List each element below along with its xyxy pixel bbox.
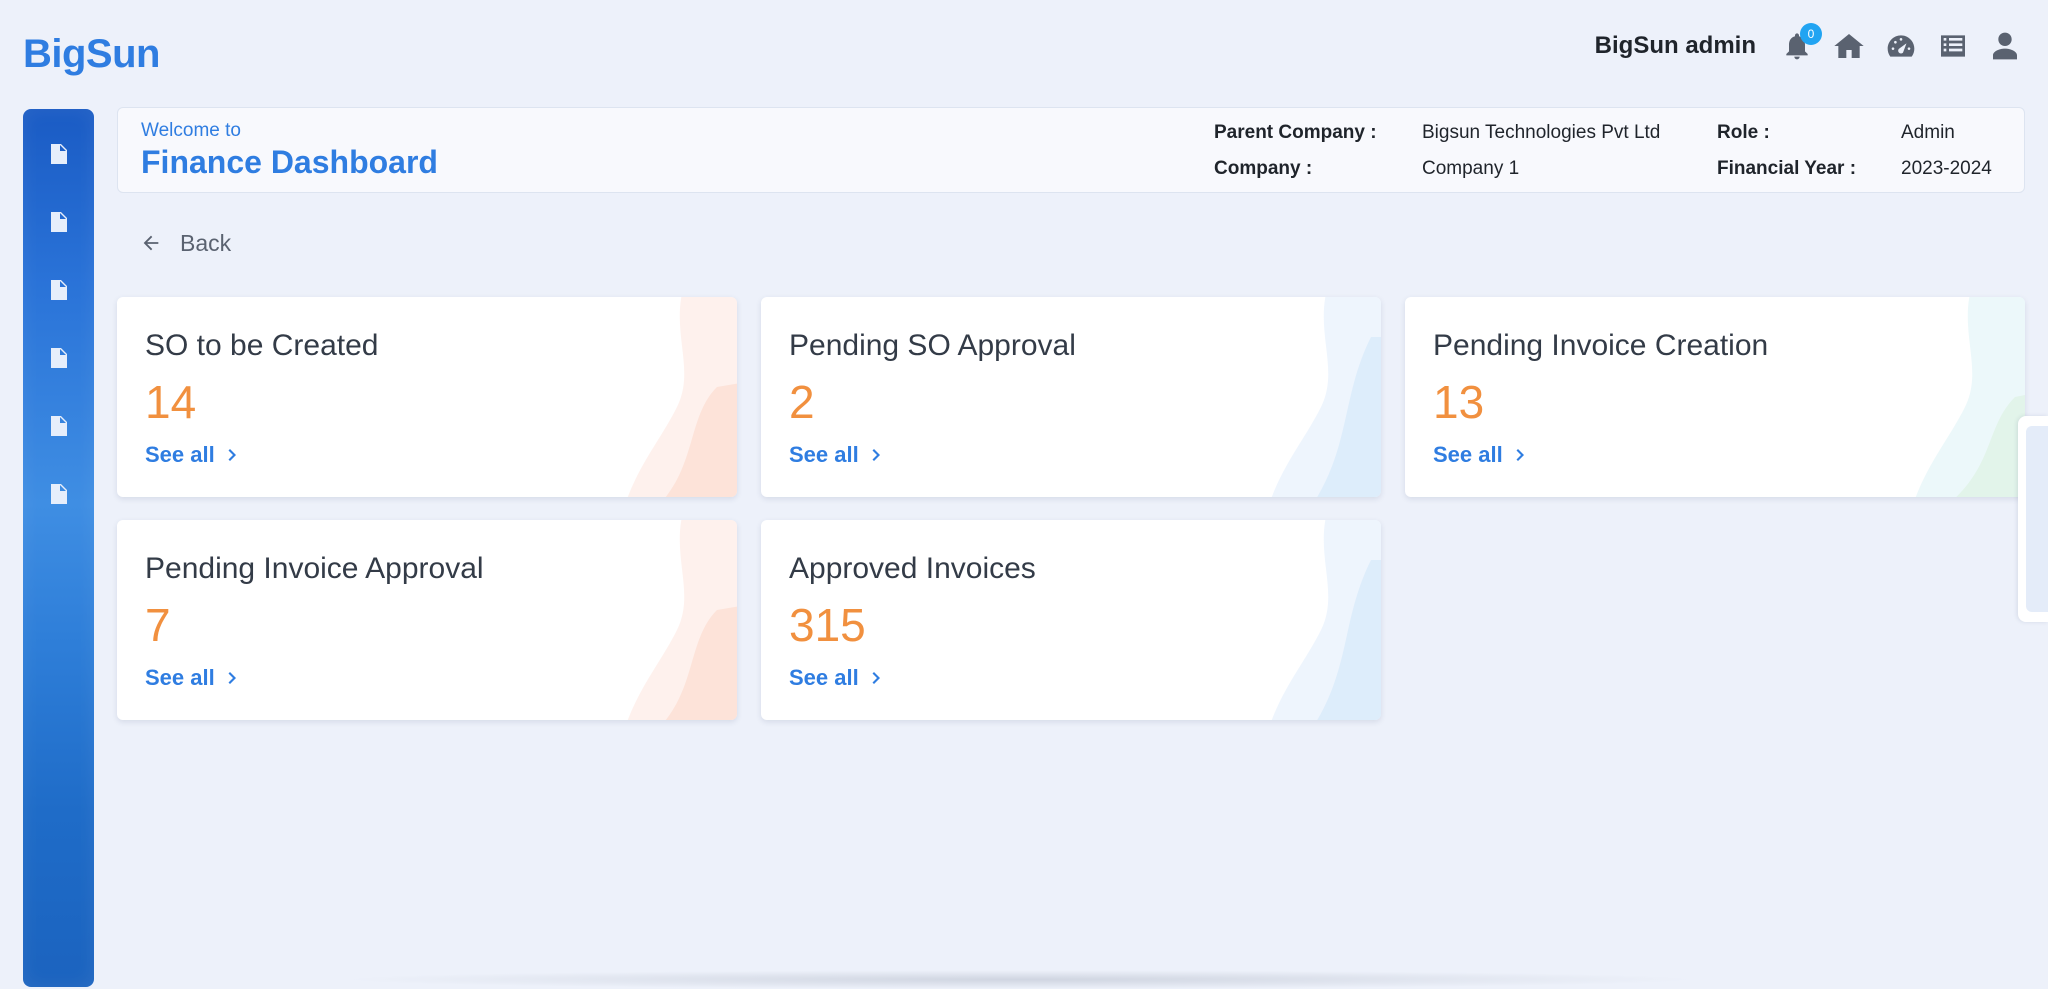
- card-title: Pending SO Approval: [789, 329, 1076, 362]
- see-all-label: See all: [789, 442, 859, 467]
- card-decoration: [627, 520, 737, 720]
- card-decoration: [627, 297, 737, 497]
- card-title: Pending Invoice Approval: [145, 552, 484, 585]
- card-count: 13: [1433, 376, 1485, 428]
- info-bar: Welcome to Finance Dashboard Parent Comp…: [117, 107, 2025, 193]
- card-count: 315: [789, 599, 866, 651]
- page-title: Finance Dashboard: [141, 144, 438, 180]
- see-all-label: See all: [145, 665, 215, 690]
- sidebar-item-2[interactable]: [23, 188, 94, 256]
- document-icon: [50, 484, 67, 504]
- card-title: SO to be Created: [145, 329, 379, 362]
- notification-badge: 0: [1800, 23, 1822, 45]
- bell-icon[interactable]: 0: [1780, 23, 1822, 63]
- side-drawer-inner: [2026, 426, 2048, 612]
- see-all-label: See all: [1433, 442, 1503, 467]
- company-value: Company 1: [1422, 158, 1520, 179]
- back-button[interactable]: Back: [140, 228, 231, 258]
- document-icon: [50, 348, 67, 368]
- card-pending-invoice-approval: Pending Invoice Approval 7 See all: [117, 520, 737, 720]
- sidebar-item-6[interactable]: [23, 460, 94, 528]
- user-name: BigSun admin: [1594, 32, 1756, 59]
- bottom-shadow: [340, 970, 1700, 989]
- dashboard-gauge-icon[interactable]: [1884, 29, 1918, 63]
- card-count: 2: [789, 376, 815, 428]
- document-icon: [50, 212, 67, 232]
- card-so-to-be-created: SO to be Created 14 See all: [117, 297, 737, 497]
- card-pending-invoice-creation: Pending Invoice Creation 13 See all: [1405, 297, 2025, 497]
- see-all-link[interactable]: See all: [789, 663, 883, 693]
- card-decoration: [1915, 297, 2025, 497]
- sidebar-item-1[interactable]: [23, 120, 94, 188]
- parent-company-label: Parent Company :: [1214, 122, 1377, 143]
- user-icon[interactable]: [1988, 29, 2022, 63]
- company-label: Company :: [1214, 158, 1313, 179]
- card-decoration: [1271, 520, 1381, 720]
- chevron-right-icon: [228, 449, 236, 461]
- parent-company-value: Bigsun Technologies Pvt Ltd: [1422, 122, 1661, 143]
- card-title: Pending Invoice Creation: [1433, 329, 1769, 362]
- arrow-left-icon: [143, 235, 159, 251]
- sidebar-item-4[interactable]: [23, 324, 94, 392]
- chevron-right-icon: [872, 672, 880, 684]
- chevron-right-icon: [1516, 449, 1524, 461]
- card-title: Approved Invoices: [789, 552, 1036, 585]
- see-all-link[interactable]: See all: [1433, 440, 1527, 470]
- back-label: Back: [180, 229, 232, 256]
- see-all-link[interactable]: See all: [145, 663, 239, 693]
- document-icon: [50, 280, 67, 300]
- see-all-link[interactable]: See all: [789, 440, 883, 470]
- sidebar-item-3[interactable]: [23, 256, 94, 324]
- role-value: Admin: [1901, 122, 1955, 143]
- financial-year-label: Financial Year :: [1717, 158, 1857, 179]
- card-approved-invoices: Approved Invoices 315 See all: [761, 520, 1381, 720]
- chevron-right-icon: [228, 672, 236, 684]
- card-decoration: [1271, 297, 1381, 497]
- role-label: Role :: [1717, 122, 1770, 143]
- see-all-label: See all: [145, 442, 215, 467]
- welcome-text: Welcome to: [141, 120, 241, 141]
- list-icon[interactable]: [1936, 29, 1970, 63]
- see-all-link[interactable]: See all: [145, 440, 239, 470]
- financial-year-value: 2023-2024: [1901, 158, 1992, 179]
- top-header: BigSun BigSun admin 0: [0, 0, 2048, 100]
- sidebar-item-5[interactable]: [23, 392, 94, 460]
- sidebar: [23, 109, 94, 987]
- card-count: 14: [145, 376, 197, 428]
- card-pending-so-approval: Pending SO Approval 2 See all: [761, 297, 1381, 497]
- document-icon: [50, 144, 67, 164]
- card-count: 7: [145, 599, 171, 651]
- header-actions: BigSun admin 0: [1594, 23, 2022, 66]
- document-icon: [50, 416, 67, 436]
- see-all-label: See all: [789, 665, 859, 690]
- side-drawer-handle[interactable]: [2018, 416, 2048, 622]
- app-logo[interactable]: BigSun: [23, 32, 160, 77]
- chevron-right-icon: [872, 449, 880, 461]
- home-icon[interactable]: [1832, 29, 1866, 63]
